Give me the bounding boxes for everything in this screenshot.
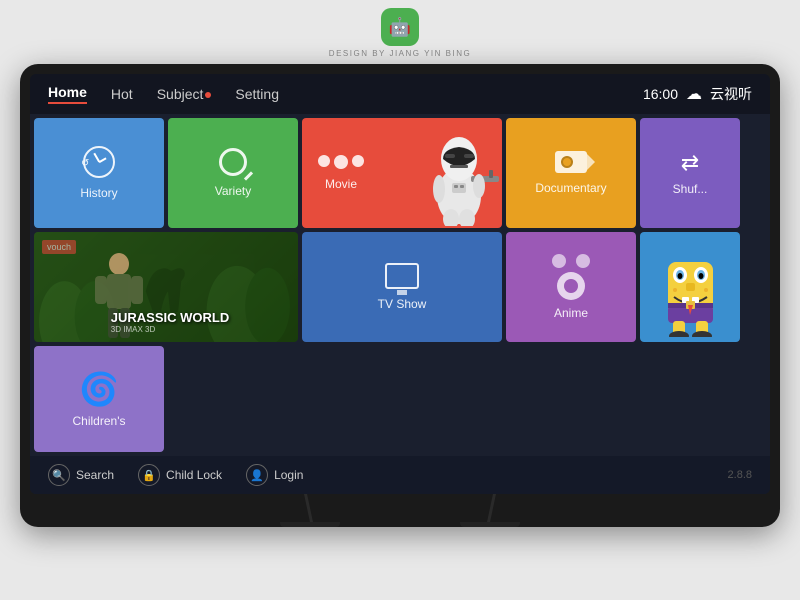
clock-time: 16:00 [643, 86, 678, 102]
anime-ear-right [576, 254, 590, 268]
tvshow-icon [385, 263, 419, 289]
doc-camera-icon [555, 151, 587, 173]
nav-hot[interactable]: Hot [111, 86, 133, 102]
stormtrooper-svg [417, 121, 502, 226]
tile-spongebob[interactable] [640, 232, 740, 342]
anime-ears [552, 254, 590, 268]
jurassic-text: JURASSIC WORLD 3D IMAX 3D [34, 232, 298, 342]
spongebob-svg [658, 237, 723, 337]
search-button[interactable]: 🔍 Search [48, 464, 114, 486]
nav-home[interactable]: Home [48, 84, 87, 104]
anime-inner [564, 279, 578, 293]
tile-anime[interactable]: Anime [506, 232, 636, 342]
cloud-icon: ☁ [686, 84, 702, 104]
anime-ear-left [552, 254, 566, 268]
tv-frame: Home Hot Subject Setting 16:00 ☁ 云视听 ↺ H… [20, 64, 780, 527]
tile-movie[interactable]: Movie [302, 118, 502, 228]
variety-search-icon [219, 148, 247, 176]
tvshow-label: TV Show [378, 297, 427, 311]
history-arrow: ↺ [81, 158, 89, 169]
children-label: Children's [73, 414, 126, 428]
movie-icon [318, 155, 364, 169]
tile-history[interactable]: ↺ History [34, 118, 164, 228]
nav-subject[interactable]: Subject [157, 86, 212, 102]
childlock-label: Child Lock [166, 468, 222, 482]
login-button[interactable]: 👤 Login [246, 464, 303, 486]
tv-stand [30, 494, 770, 522]
history-label: History [80, 186, 117, 200]
spiral-icon: 🌀 [79, 370, 119, 408]
screen-content: Home Hot Subject Setting 16:00 ☁ 云视听 ↺ H… [30, 74, 770, 494]
stand-leg-left [304, 494, 313, 522]
circle-1 [318, 155, 330, 167]
stand-feet [30, 522, 770, 527]
stormtrooper-bg [382, 118, 502, 228]
brand-name: 云视听 [710, 84, 752, 104]
tile-children[interactable]: 🌀 Children's [34, 346, 164, 452]
stand-foot-left [280, 522, 340, 527]
tv-screen: Home Hot Subject Setting 16:00 ☁ 云视听 ↺ H… [30, 74, 770, 494]
subject-dot [205, 92, 211, 98]
anime-face [557, 272, 585, 300]
logo-icon: 🤖 [381, 8, 419, 46]
logo-area: 🤖 DESIGN BY JIANG YIN BING [329, 0, 471, 64]
tile-tvshow[interactable]: TV Show [302, 232, 502, 342]
tile-jurassic[interactable]: vouch [34, 232, 298, 342]
login-icon: 👤 [246, 464, 268, 486]
childlock-icon: 🔒 [138, 464, 160, 486]
tile-shuffle[interactable]: ⇄ Shuf... [640, 118, 740, 228]
bottom-bar: 🔍 Search 🔒 Child Lock 👤 Login 2.8.8 [30, 456, 770, 494]
movie-label: Movie [325, 177, 357, 191]
shuffle-icon: ⇄ [681, 150, 699, 176]
variety-label: Variety [215, 184, 251, 198]
nav-bar: Home Hot Subject Setting 16:00 ☁ 云视听 [30, 74, 770, 114]
jurassic-title: JURASSIC WORLD [111, 310, 229, 325]
documentary-label: Documentary [535, 181, 606, 195]
stand-foot-right [460, 522, 520, 527]
login-label: Login [274, 468, 303, 482]
stand-leg-right [487, 494, 496, 522]
search-label: Search [76, 468, 114, 482]
jurassic-subtitle: 3D IMAX 3D [111, 325, 229, 334]
nav-setting[interactable]: Setting [235, 86, 279, 102]
history-clock-icon: ↺ [83, 146, 115, 178]
tile-grid: ↺ History Variety [30, 114, 770, 456]
camera-lens [561, 156, 573, 168]
shuffle-label: Shuf... [673, 182, 708, 196]
circle-2 [334, 155, 348, 169]
movie-left-content: Movie [318, 155, 364, 191]
tile-documentary[interactable]: Documentary [506, 118, 636, 228]
nav-right: 16:00 ☁ 云视听 [643, 84, 752, 104]
childlock-button[interactable]: 🔒 Child Lock [138, 464, 222, 486]
version-text: 2.8.8 [728, 469, 752, 481]
logo-subtitle: DESIGN BY JIANG YIN BING [329, 49, 471, 58]
tile-variety[interactable]: Variety [168, 118, 298, 228]
anime-label: Anime [554, 306, 588, 320]
circle-3 [352, 155, 364, 167]
search-icon: 🔍 [48, 464, 70, 486]
